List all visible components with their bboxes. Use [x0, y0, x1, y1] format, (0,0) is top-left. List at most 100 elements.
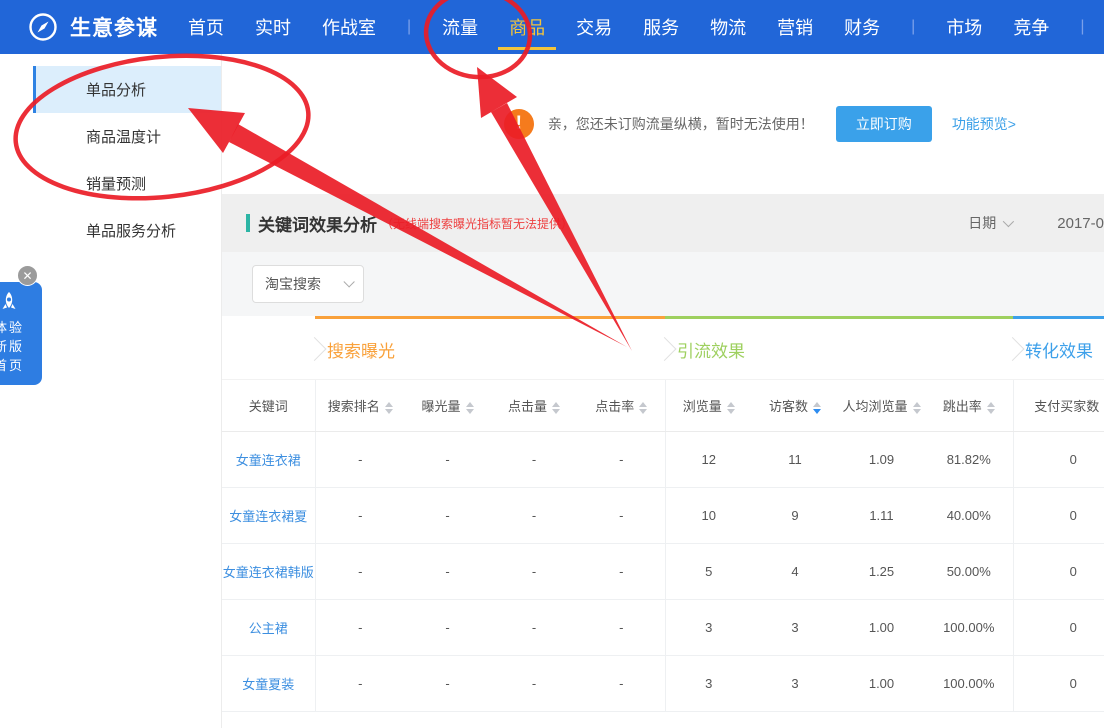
table-cell: - — [315, 544, 405, 600]
table-cell: - — [315, 600, 405, 656]
table-cell: - — [315, 656, 405, 712]
column-group-label: 搜索曝光 — [327, 342, 395, 361]
nav-item-finance[interactable]: 财务 — [844, 0, 880, 54]
chevron-down-icon — [343, 276, 354, 287]
table-cell: 11 — [752, 432, 838, 488]
column-header-label: 搜索排名 — [328, 399, 380, 414]
sort-icon[interactable] — [385, 402, 393, 414]
table-cell: - — [578, 544, 665, 600]
sidebar-item-single-item-analysis[interactable]: 单品分析 — [33, 66, 221, 113]
table-cell: - — [578, 656, 665, 712]
close-icon[interactable]: ✕ — [17, 265, 38, 286]
sidebar-item-product-thermometer[interactable]: 商品温度计 — [33, 113, 221, 160]
warning-icon: ! — [504, 109, 534, 139]
date-value[interactable]: 2017-0 — [1057, 215, 1104, 232]
column-header[interactable]: 搜索排名 — [315, 380, 405, 432]
notice-text: 亲，您还未订购流量纵横，暂时无法使用！ — [548, 114, 814, 134]
table-cell: 50.00% — [925, 544, 1013, 600]
order-now-button[interactable]: 立即订购 — [836, 106, 932, 142]
sort-icon[interactable] — [466, 402, 474, 414]
nav-item-trade[interactable]: 交易 — [576, 0, 612, 54]
column-header-label: 曝光量 — [421, 399, 460, 414]
table-cell: 0 — [1013, 544, 1104, 600]
sidebar-item-single-item-service-analysis[interactable]: 单品服务分析 — [33, 207, 221, 254]
nav-item-market[interactable]: 市场 — [946, 0, 982, 54]
table-cell: - — [578, 600, 665, 656]
sidebar-item-sales-forecast[interactable]: 销量预测 — [33, 160, 221, 207]
table-cell: 5 — [665, 544, 752, 600]
table-cell: 0 — [1013, 600, 1104, 656]
nav-item-product[interactable]: 商品 — [509, 0, 545, 54]
column-header-label: 浏览量 — [683, 399, 722, 414]
table-cell: - — [315, 432, 405, 488]
brand[interactable]: 生意参谋 — [28, 12, 158, 42]
keyword-link[interactable]: 女童夏装 — [222, 656, 315, 712]
column-header: 关键词 — [222, 380, 315, 432]
sort-icon[interactable] — [727, 402, 735, 414]
table-cell: 81.82% — [925, 432, 1013, 488]
nav-item-marketing[interactable]: 营销 — [777, 0, 813, 54]
nav-menu: 首页实时作战室|流量商品交易服务物流营销财务|市场竞争|业务专区 — [188, 0, 1104, 54]
table-cell: 3 — [752, 656, 838, 712]
column-header[interactable]: 点击量 — [490, 380, 578, 432]
sort-icon[interactable] — [913, 402, 921, 414]
filter-bar: 淘宝搜索 — [222, 252, 1104, 316]
table-cell: 1.25 — [838, 544, 925, 600]
column-header[interactable]: 点击率 — [578, 380, 665, 432]
date-filter[interactable]: 日期 2017-0 — [968, 213, 1104, 233]
column-header[interactable]: 人均浏览量 — [838, 380, 925, 432]
table-cell: 0 — [1013, 488, 1104, 544]
table-cell: - — [405, 544, 490, 600]
column-group-label: 转化效果 — [1025, 342, 1093, 361]
table-cell: 100.00% — [925, 600, 1013, 656]
table-cell: - — [578, 488, 665, 544]
keyword-link[interactable]: 女童连衣裙韩版 — [222, 544, 315, 600]
nav-item-service[interactable]: 服务 — [643, 0, 679, 54]
table-cell: - — [315, 488, 405, 544]
nav-item-realtime[interactable]: 实时 — [255, 0, 291, 54]
column-header[interactable]: 曝光量 — [405, 380, 490, 432]
sort-icon[interactable] — [639, 402, 647, 414]
column-header[interactable]: 访客数 — [752, 380, 838, 432]
column-header[interactable]: 支付买家数 — [1013, 380, 1104, 432]
keyword-link[interactable]: 公主裙 — [222, 600, 315, 656]
date-filter-label[interactable]: 日期 — [968, 213, 996, 233]
keyword-link[interactable]: 女童连衣裙 — [222, 432, 315, 488]
column-header-label: 访客数 — [769, 399, 808, 414]
table-cell: 100.00% — [925, 656, 1013, 712]
nav-item-war-room[interactable]: 作战室 — [322, 0, 376, 54]
section-header: 关键词效果分析 （无线端搜索曝光指标暂无法提供） 日期 2017-0 — [222, 194, 1104, 252]
nav-item-compete[interactable]: 竞争 — [1013, 0, 1049, 54]
keyword-link[interactable]: 女童连衣裙夏 — [222, 488, 315, 544]
nav-item-logistics[interactable]: 物流 — [710, 0, 746, 54]
table-cell: 0 — [1013, 432, 1104, 488]
table-cell: 3 — [665, 600, 752, 656]
sort-icon[interactable] — [813, 402, 821, 414]
section-note: （无线端搜索曝光指标暂无法提供） — [381, 215, 573, 232]
feature-preview-link[interactable]: 功能预览> — [952, 114, 1016, 134]
table-row: 公主裙----331.00100.00%0 — [222, 600, 1104, 656]
main-content: ! 亲，您还未订购流量纵横，暂时无法使用！ 立即订购 功能预览> 关键词效果分析… — [222, 54, 1104, 728]
table-cell: 1.11 — [838, 488, 925, 544]
sort-icon[interactable] — [552, 402, 560, 414]
new-version-entry[interactable]: 体验新版首页 — [0, 282, 42, 385]
table-cell: 3 — [665, 656, 752, 712]
table-cell: 0 — [1013, 656, 1104, 712]
table-cell: 10 — [665, 488, 752, 544]
table-cell: - — [490, 432, 578, 488]
channel-select[interactable]: 淘宝搜索 — [252, 265, 364, 303]
nav-divider: | — [1080, 18, 1084, 36]
column-header[interactable]: 浏览量 — [665, 380, 752, 432]
column-header-label: 关键词 — [249, 399, 288, 414]
nav-item-traffic[interactable]: 流量 — [442, 0, 478, 54]
channel-select-value: 淘宝搜索 — [265, 274, 321, 294]
sort-icon[interactable] — [987, 402, 995, 414]
column-header-label: 点击率 — [595, 399, 634, 414]
column-header-label: 点击量 — [508, 399, 547, 414]
table-cell: 1.09 — [838, 432, 925, 488]
column-header[interactable]: 跳出率 — [925, 380, 1013, 432]
keyword-table: 搜索曝光引流效果转化效果 关键词搜索排名曝光量点击量点击率浏览量访客数人均浏览量… — [222, 316, 1104, 712]
nav-item-home[interactable]: 首页 — [188, 0, 224, 54]
table-cell: - — [490, 600, 578, 656]
table-cell: - — [405, 600, 490, 656]
